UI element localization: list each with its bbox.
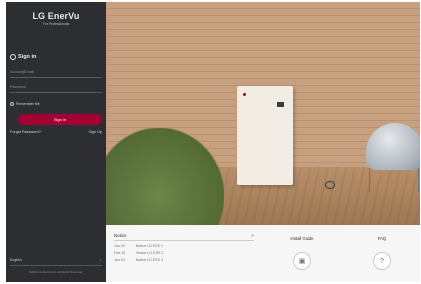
password-placeholder: Password [10,85,26,89]
notice-item[interactable]: Jun 04 Notice LG ESS 1 [114,244,254,248]
install-guide-title: Install Guide [290,236,314,241]
notice-title: Notice [114,233,127,238]
remember-me-toggle[interactable]: Remember Me [10,102,40,106]
chair-legs [369,168,419,192]
forgot-password-link[interactable]: Forgot Password? [10,130,41,134]
user-icon [10,54,16,60]
faq-card[interactable]: FAQ ? [354,233,410,279]
notice-panel: Notice + Jun 04 Notice LG ESS 1 Feb 15 N… [114,233,254,279]
faq-icon: ? [373,252,391,270]
notice-item[interactable]: Feb 15 Notice LG ESS 2 [114,251,254,255]
email-placeholder: Account(Email) [10,70,35,74]
hero-image [106,2,420,225]
brand-title: LG EnerVu [32,11,80,21]
install-guide-card[interactable]: Install Guide ▣ [274,233,330,279]
notice-header: Notice + [114,233,254,241]
notice-date: Feb 15 [114,251,126,255]
battery-unit [237,86,293,185]
notice-date: Jan 24 [114,258,125,262]
sign-in-heading: Sign in [10,54,36,60]
sign-in-button[interactable]: Sign in [18,114,102,125]
bottom-panel: Notice + Jun 04 Notice LG ESS 1 Feb 15 N… [106,225,420,282]
shrubs [106,128,224,225]
chair [366,123,420,170]
lg-logo-icon [243,93,246,96]
install-guide-icon: ▣ [293,252,311,270]
email-field[interactable]: Account(Email) [10,68,102,78]
notice-text: Notice LG ESS 3 [135,258,163,262]
app-root: LG EnerVu For Professionals Sign in Acco… [0,0,421,284]
copyright: ©2023 LG Electronics. All Rights Reserve… [29,270,83,274]
faq-title: FAQ [377,236,387,241]
brand-subtitle: For Professionals [42,22,70,26]
remember-me-label: Remember Me [16,102,40,106]
password-field[interactable]: Password [10,83,102,93]
notice-text: Notice LG ESS 2 [136,251,164,255]
language-label: English [10,258,22,262]
brand: LG EnerVu For Professionals [6,2,106,26]
chevron-down-icon: ⌄ [98,258,102,262]
language-selector[interactable]: English ⌄ [10,256,102,266]
plus-icon[interactable]: + [251,233,254,238]
notice-text: Notice LG ESS 1 [135,244,163,248]
sign-in-label: Sign in [18,54,37,60]
notice-date: Jun 04 [114,244,125,248]
kettle-icon [325,181,335,189]
sign-up-link[interactable]: Sign Up [88,130,102,134]
display-panel [277,102,284,107]
sidebar: LG EnerVu For Professionals Sign in Acco… [6,2,106,282]
radio-icon [10,102,14,106]
notice-item[interactable]: Jan 24 Notice LG ESS 3 [114,258,254,262]
account-links: Forgot Password? Sign Up [10,130,102,134]
